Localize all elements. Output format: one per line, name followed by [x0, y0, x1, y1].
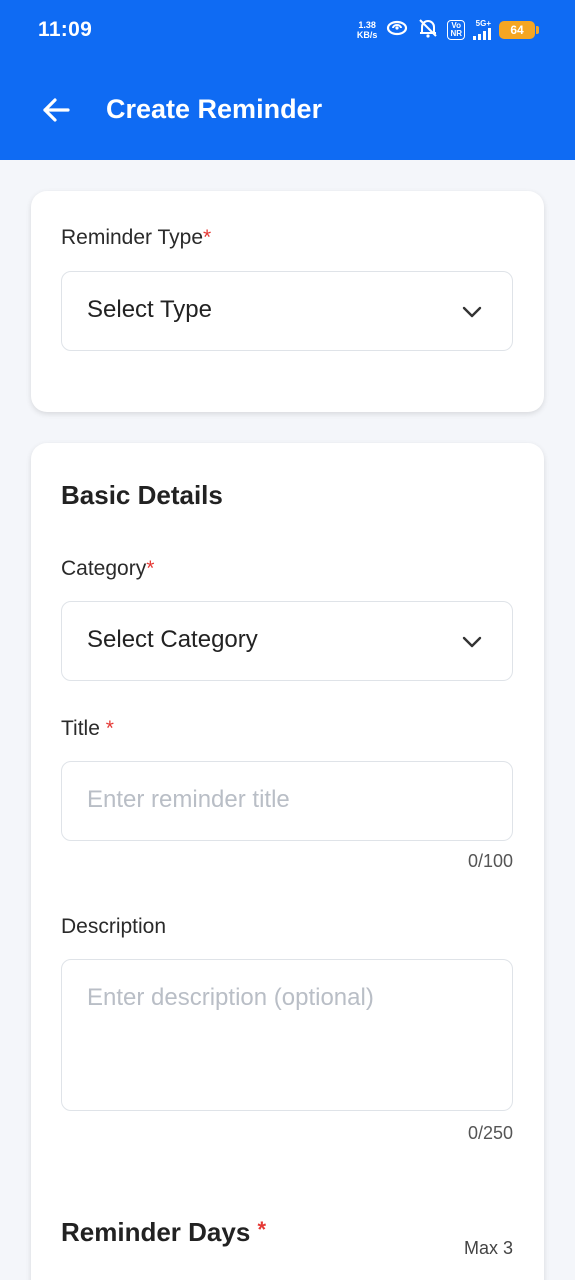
- status-bar: 11:09 1.38 KB/s Vo NR 5G+ 64: [0, 0, 575, 62]
- chevron-down-icon: [462, 636, 482, 648]
- volte-line2: NR: [450, 29, 462, 38]
- title-placeholder: Enter reminder title: [87, 786, 290, 813]
- signal-bars: [473, 28, 491, 40]
- page-title: Create Reminder: [106, 94, 323, 124]
- description-counter: 0/250: [467, 1123, 513, 1143]
- reminder-type-selected: Select Type: [87, 296, 212, 323]
- signal-icon: 5G+: [473, 20, 491, 40]
- basic-details-title: Basic Details: [61, 480, 223, 510]
- network-speed-unit: KB/s: [356, 30, 378, 40]
- status-icons: 1.38 KB/s Vo NR 5G+ 64: [357, 16, 539, 44]
- hotspot-icon: [385, 19, 409, 42]
- status-time: 11:09: [38, 18, 93, 41]
- reminder-type-card: Reminder Type* Select Type: [31, 191, 544, 412]
- description-label-text: Description: [61, 915, 167, 938]
- required-mark: *: [146, 557, 155, 580]
- reminder-days-title: Reminder Days *: [61, 1217, 266, 1248]
- battery-icon: 64: [499, 21, 539, 39]
- back-button[interactable]: [38, 92, 74, 128]
- chevron-down-icon: [462, 306, 482, 318]
- arrow-left-icon: [43, 98, 70, 122]
- reminder-type-label-text: Reminder Type: [61, 226, 204, 249]
- description-textarea[interactable]: Enter description (optional): [61, 959, 513, 1111]
- category-label-text: Category: [61, 557, 147, 580]
- category-label: Category*: [61, 557, 154, 581]
- app-header: 11:09 1.38 KB/s Vo NR 5G+ 64 Create Remi…: [0, 0, 575, 160]
- category-select[interactable]: Select Category: [61, 601, 513, 681]
- reminder-type-label: Reminder Type*: [61, 226, 211, 250]
- title-label-text: Title: [61, 717, 100, 740]
- network-speed-value: 1.38: [358, 20, 376, 30]
- battery-level: 64: [510, 23, 524, 37]
- category-selected: Select Category: [87, 626, 258, 653]
- basic-details-card: Basic Details Category* Select Category …: [31, 443, 544, 1280]
- mute-notifications-icon: [417, 17, 439, 44]
- title-input[interactable]: Enter reminder title: [61, 761, 513, 841]
- reminder-days-max: Max 3: [463, 1238, 513, 1258]
- reminder-days-title-text: Reminder Days: [61, 1217, 251, 1247]
- required-mark: *: [203, 226, 212, 249]
- title-label: Title *: [61, 717, 114, 741]
- reminder-type-select[interactable]: Select Type: [61, 271, 513, 351]
- description-label: Description: [61, 915, 166, 939]
- required-mark: *: [257, 1217, 267, 1242]
- volte-icon: Vo NR: [447, 20, 465, 40]
- required-mark: *: [105, 717, 114, 740]
- description-placeholder: Enter description (optional): [87, 984, 374, 1011]
- network-speed: 1.38 KB/s: [357, 20, 378, 40]
- network-type: 5G+: [475, 19, 491, 28]
- title-counter: 0/100: [467, 851, 513, 871]
